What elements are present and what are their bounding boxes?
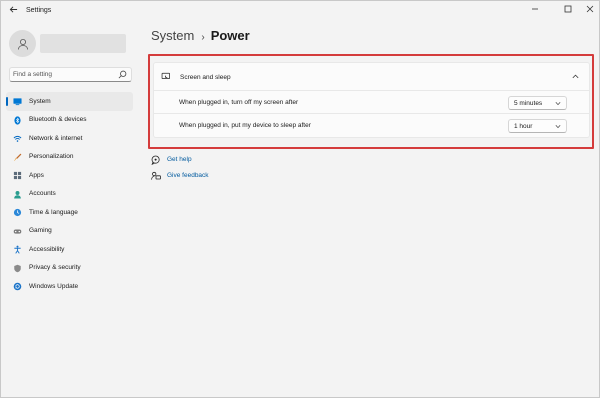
screen-sleep-icon xyxy=(161,72,170,80)
help-chat-icon xyxy=(151,155,160,165)
sleep-dropdown[interactable]: 1 hour xyxy=(508,119,567,133)
sidebar-item-label: Network & internet xyxy=(29,134,83,142)
sidebar-item-apps[interactable]: Apps xyxy=(6,166,133,185)
active-marker xyxy=(6,97,8,106)
sidebar-item-label: Gaming xyxy=(29,227,52,234)
chevron-down-icon xyxy=(555,102,561,106)
close-button[interactable] xyxy=(582,4,598,16)
feedback-icon xyxy=(151,171,161,180)
sidebar-item-bluetooth[interactable]: Bluetooth & devices xyxy=(6,111,133,130)
shield-icon xyxy=(14,264,21,272)
sidebar-item-network[interactable]: Network & internet xyxy=(6,129,133,148)
back-button[interactable] xyxy=(6,5,20,17)
brush-icon xyxy=(14,153,22,161)
chevron-up-icon[interactable] xyxy=(571,72,580,81)
give-feedback-label[interactable]: Give feedback xyxy=(167,172,209,179)
get-help-link[interactable]: Get help xyxy=(151,154,192,165)
panel-title: Screen and sleep xyxy=(180,73,231,81)
dropdown-value: 1 hour xyxy=(514,123,533,130)
sidebar-item-system[interactable]: System xyxy=(6,92,133,111)
sidebar-item-label: System xyxy=(29,97,51,105)
search-icon[interactable] xyxy=(118,70,127,79)
person-icon xyxy=(14,190,21,199)
sidebar-item-label: Accounts xyxy=(29,190,56,197)
app-title: Settings xyxy=(26,7,52,14)
sidebar-item-privacy-security[interactable]: Privacy & security xyxy=(6,259,133,278)
get-help-label[interactable]: Get help xyxy=(167,156,192,163)
breadcrumb-separator-icon: › xyxy=(201,32,205,43)
search-box[interactable] xyxy=(9,67,132,82)
accessibility-icon xyxy=(14,245,21,254)
sidebar-item-gaming[interactable]: Gaming xyxy=(6,222,133,241)
maximize-icon xyxy=(564,5,572,13)
gamepad-icon xyxy=(13,229,22,234)
avatar[interactable] xyxy=(9,30,36,57)
sidebar-item-label: Privacy & security xyxy=(29,264,81,271)
sidebar-item-time-language[interactable]: Time & language xyxy=(6,203,133,222)
monitor-icon xyxy=(13,98,22,106)
arrow-left-icon xyxy=(9,6,17,13)
sidebar-item-label: Personalization xyxy=(29,153,74,160)
breadcrumb: System › Power xyxy=(151,28,250,46)
globe-clock-icon xyxy=(13,208,22,217)
breadcrumb-parent[interactable]: System xyxy=(151,28,194,43)
apps-icon xyxy=(13,171,22,180)
minimize-button[interactable] xyxy=(527,4,543,16)
sidebar-item-label: Windows Update xyxy=(29,282,79,290)
screen-off-row: When plugged in, turn off my screen afte… xyxy=(153,91,590,114)
screen-off-dropdown[interactable]: 5 minutes xyxy=(508,96,567,110)
search-input[interactable] xyxy=(13,69,117,80)
sidebar-item-personalization[interactable]: Personalization xyxy=(6,148,133,167)
give-feedback-link[interactable]: Give feedback xyxy=(151,170,209,181)
chevron-down-icon xyxy=(555,125,561,129)
maximize-button[interactable] xyxy=(560,4,576,16)
title-bar: Settings xyxy=(1,1,599,21)
sidebar-item-windows-update[interactable]: Windows Update xyxy=(6,277,133,296)
sleep-label: When plugged in, put my device to sleep … xyxy=(179,122,311,129)
close-icon xyxy=(586,5,594,13)
dropdown-value: 5 minutes xyxy=(514,100,543,107)
sidebar-nav: System Bluetooth & devices Network & int… xyxy=(6,92,133,296)
person-icon xyxy=(17,38,28,50)
bluetooth-icon xyxy=(14,115,21,125)
sidebar-item-label: Accessibility xyxy=(29,245,65,253)
sleep-row: When plugged in, put my device to sleep … xyxy=(153,114,590,138)
settings-window: Settings Find a setting System Bluetooth… xyxy=(0,0,600,398)
page-title: Power xyxy=(210,28,250,43)
sidebar-item-label: Apps xyxy=(29,171,44,179)
sidebar-item-label: Time & language xyxy=(29,208,78,216)
screen-sleep-header[interactable]: Screen and sleep xyxy=(153,62,590,91)
sidebar-item-accounts[interactable]: Accounts xyxy=(6,185,133,204)
minimize-icon xyxy=(532,8,538,10)
update-icon xyxy=(13,282,22,291)
sidebar-item-accessibility[interactable]: Accessibility xyxy=(6,240,133,259)
sidebar-item-label: Bluetooth & devices xyxy=(29,116,87,123)
screen-off-label: When plugged in, turn off my screen afte… xyxy=(179,99,299,106)
profile-name-redacted xyxy=(40,34,126,53)
wifi-icon xyxy=(13,135,22,142)
